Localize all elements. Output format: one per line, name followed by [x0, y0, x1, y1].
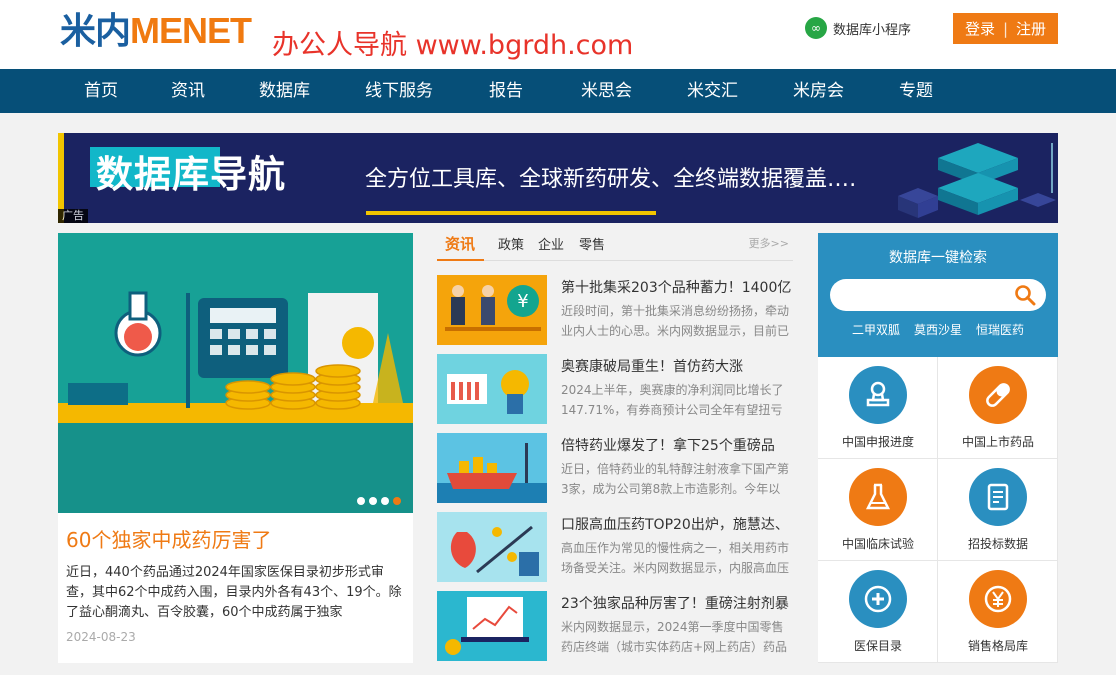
tool-label: 中国申报进度	[841, 435, 914, 449]
news-thumbnail	[437, 354, 547, 424]
news-title[interactable]: 23个独家品种厉害了！重磅注射剂暴	[561, 593, 793, 615]
news-item[interactable]: ¥ 第十批集采203个品种蓄力！1400亿 近段时间，第十批集采消息纷纷扬扬，牵…	[437, 275, 793, 345]
news-panel: 资讯 政策 企业 零售 更多>> ¥ 第十批集采203个品种蓄力！1400亿 近…	[437, 233, 793, 663]
auth-box: 登录 | 注册	[953, 13, 1058, 44]
site-logo[interactable]: 米内MENET	[60, 10, 252, 51]
pill-icon	[969, 366, 1027, 424]
banner-underline	[366, 211, 656, 215]
carousel-dot[interactable]	[369, 497, 377, 505]
nav-item-offline-services[interactable]: 线下服务	[365, 69, 433, 113]
tab-policy[interactable]: 政策	[498, 235, 524, 257]
server-stack-illustration	[858, 133, 1058, 223]
news-thumbnail	[437, 512, 547, 582]
tab-news[interactable]: 资讯	[445, 233, 475, 255]
hot-link-moxifloxacin[interactable]: 莫西沙星	[914, 321, 962, 338]
banner-title: 数据库导航	[96, 153, 286, 196]
search-input[interactable]	[830, 279, 1046, 311]
hot-search-links: 二甲双胍 莫西沙星 恒瑞医药	[818, 321, 1058, 338]
tab-retail[interactable]: 零售	[579, 235, 605, 257]
news-summary: 近段时间，第十批集采消息纷纷扬扬，牵动业内人士的心思。米内网数据显示，目前已	[561, 304, 790, 338]
ad-banner[interactable]: 数据库导航 全方位工具库、全球新药研发、全终端数据覆盖…… 广告	[58, 133, 1058, 223]
logo-cn-text: 米内	[60, 10, 131, 51]
news-title[interactable]: 口服高血压药TOP20出炉，施慧达、	[561, 514, 793, 536]
site-header: 米内MENET 办公人导航 www.bgrdh.com ∞ 数据库小程序 登录 …	[0, 0, 1116, 69]
plus-circle-icon	[849, 570, 907, 628]
news-thumbnail	[437, 591, 547, 661]
carousel-dot[interactable]	[381, 497, 389, 505]
tool-insurance-catalog[interactable]: 医保目录	[818, 561, 938, 663]
nav-item-home[interactable]: 首页	[84, 69, 118, 113]
nav-item-database[interactable]: 数据库	[259, 69, 310, 113]
auth-divider: |	[1002, 19, 1009, 38]
news-summary: 米内网数据显示，2024第一季度中国零售药店终端（城市实体药店+网上药店）药品	[561, 620, 788, 654]
carousel-dots	[357, 497, 401, 505]
tool-label: 医保目录	[853, 639, 902, 653]
database-tools-grid: 中国申报进度 中国上市药品 中国临床试验 招投标数据 医保目录 销售格局库	[818, 357, 1058, 663]
news-thumbnail: ¥	[437, 275, 547, 345]
flask-icon	[849, 468, 907, 526]
mini-program-label: 数据库小程序	[833, 22, 912, 38]
news-title[interactable]: 倍特药业爆发了！拿下25个重磅品	[561, 435, 793, 457]
mini-program-icon: ∞	[805, 17, 827, 39]
nav-item-reports[interactable]: 报告	[489, 69, 523, 113]
search-title: 数据库一键检索	[889, 250, 987, 266]
mini-program-link[interactable]: ∞ 数据库小程序	[805, 16, 911, 40]
news-item[interactable]: 奥赛康破局重生！首仿药大涨 2024上半年，奥赛康的净利润同比增长了147.71…	[437, 354, 793, 424]
featured-article[interactable]: 60个独家中成药厉害了 近日，440个药品通过2024年国家医保目录初步形式审查…	[58, 233, 413, 663]
register-button[interactable]: 注册	[1016, 18, 1046, 39]
featured-description: 近日，440个药品通过2024年国家医保目录初步形式审查，其中62个中成药入围，…	[66, 565, 402, 620]
hot-link-metformin[interactable]: 二甲双胍	[852, 321, 900, 338]
lab-coins-illustration	[58, 233, 413, 513]
login-button[interactable]: 登录	[965, 18, 995, 39]
tool-label: 招投标数据	[967, 537, 1028, 551]
nav-item-news[interactable]: 资讯	[171, 69, 205, 113]
featured-title[interactable]: 60个独家中成药厉害了	[66, 526, 271, 554]
nav-item-mijiaohui[interactable]: 米交汇	[687, 69, 738, 113]
banner-slogan: 全方位工具库、全球新药研发、全终端数据覆盖……	[365, 167, 872, 192]
nav-item-misihui[interactable]: 米思会	[581, 69, 632, 113]
tab-enterprise[interactable]: 企业	[538, 235, 564, 257]
logo-en-text: MENET	[130, 10, 252, 51]
tool-marketed-drugs[interactable]: 中国上市药品	[938, 357, 1058, 459]
active-tab-indicator	[437, 259, 484, 261]
nav-item-mifanghui[interactable]: 米房会	[793, 69, 844, 113]
hot-link-hengrui[interactable]: 恒瑞医药	[976, 321, 1024, 338]
document-icon	[969, 468, 1027, 526]
tool-sales-landscape[interactable]: 销售格局库	[938, 561, 1058, 663]
tool-label: 中国上市药品	[961, 435, 1034, 449]
news-thumbnail	[437, 433, 547, 503]
news-item[interactable]: 口服高血压药TOP20出炉，施慧达、 高血压作为常见的慢性病之一，相关用药市场备…	[437, 512, 793, 582]
carousel-dot[interactable]	[357, 497, 365, 505]
nav-item-topics[interactable]: 专题	[899, 69, 933, 113]
database-sidebar: 数据库一键检索 二甲双胍 莫西沙星 恒瑞医药 中国申报进度 中国上市药品 中国临…	[818, 233, 1058, 663]
news-summary: 近日，倍特药业的轧特醇注射液拿下国产第3家，成为公司第8款上市造影剂。今年以	[561, 462, 790, 496]
ad-label: 广告	[58, 209, 88, 223]
news-title[interactable]: 奥赛康破局重生！首仿药大涨	[561, 356, 793, 378]
news-summary: 高血压作为常见的慢性病之一，相关用药市场备受关注。米内网数据显示，内服高血压	[561, 541, 790, 575]
more-link[interactable]: 更多>>	[749, 235, 789, 251]
carousel-dot-active[interactable]	[393, 497, 401, 505]
watermark-text: 办公人导航 www.bgrdh.com	[272, 30, 634, 61]
svg-text:¥: ¥	[517, 291, 528, 312]
yen-icon	[969, 570, 1027, 628]
tool-clinical-trials[interactable]: 中国临床试验	[818, 459, 938, 561]
featured-date: 2024-08-23	[66, 630, 136, 644]
tool-bidding-data[interactable]: 招投标数据	[938, 459, 1058, 561]
news-item[interactable]: 23个独家品种厉害了！重磅注射剂暴 米内网数据显示，2024第一季度中国零售药店…	[437, 591, 793, 661]
search-icon[interactable]	[1014, 284, 1036, 306]
tool-label: 销售格局库	[967, 639, 1028, 653]
featured-image-carousel[interactable]	[58, 233, 413, 513]
tool-application-progress[interactable]: 中国申报进度	[818, 357, 938, 459]
stamp-icon	[849, 366, 907, 424]
database-search: 数据库一键检索 二甲双胍 莫西沙星 恒瑞医药	[818, 233, 1058, 357]
tool-label: 中国临床试验	[841, 537, 914, 551]
news-summary: 2024上半年，奥赛康的净利润同比增长了147.71%，有券商预计公司全年有望扭…	[561, 383, 784, 417]
news-title[interactable]: 第十批集采203个品种蓄力！1400亿	[561, 277, 793, 299]
news-item[interactable]: 倍特药业爆发了！拿下25个重磅品 近日，倍特药业的轧特醇注射液拿下国产第3家，成…	[437, 433, 793, 503]
main-nav: 首页 资讯 数据库 线下服务 报告 米思会 米交汇 米房会 专题	[0, 69, 1116, 113]
news-tabs: 资讯 政策 企业 零售 更多>>	[437, 233, 793, 261]
